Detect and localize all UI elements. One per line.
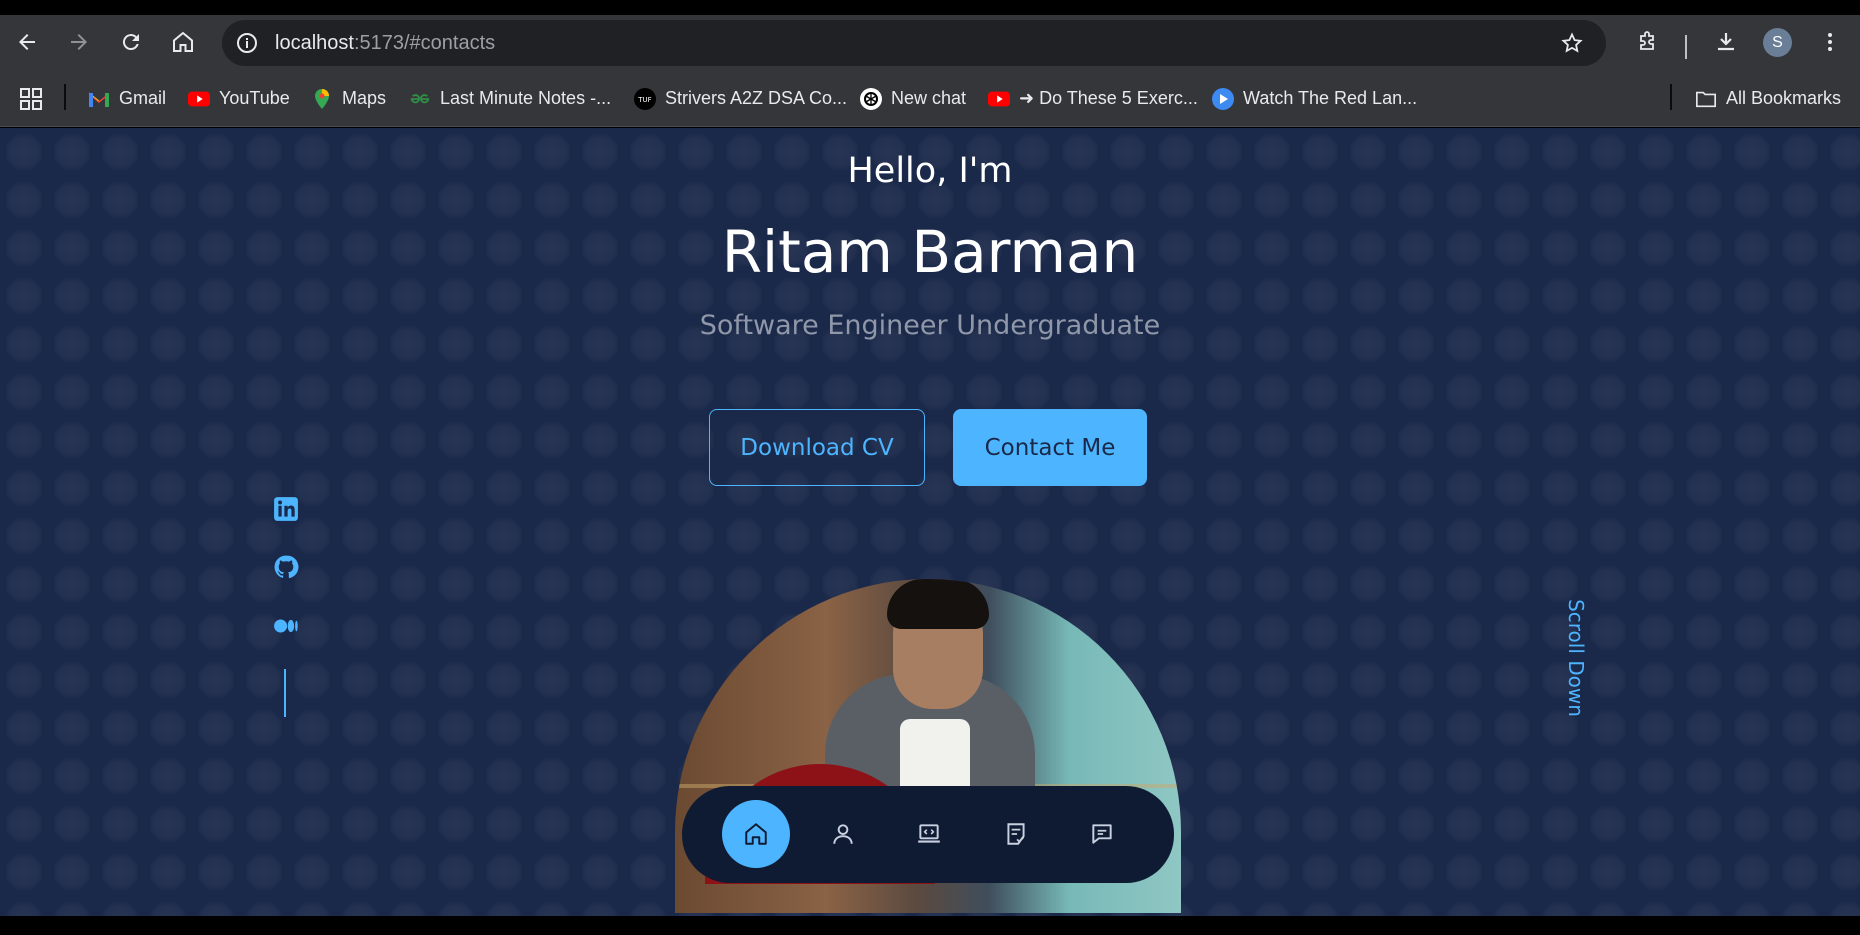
nav-projects[interactable]: [895, 800, 963, 868]
back-button[interactable]: [12, 27, 42, 57]
window-bottom-edge: [0, 916, 1860, 935]
reload-button[interactable]: [116, 27, 146, 57]
scroll-down-label: Scroll Down: [1564, 599, 1588, 717]
gmail-icon: [88, 88, 110, 110]
laptop-code-icon: [918, 824, 940, 843]
bookmark-new-chat[interactable]: New chat: [860, 70, 966, 127]
openai-icon: [860, 87, 882, 110]
nav-contact[interactable]: [1068, 800, 1136, 868]
folder-icon: [1695, 88, 1717, 110]
browser-toolbar: localhost:5173/#contacts S: [0, 15, 1860, 70]
toolbar-divider: [1685, 35, 1687, 59]
profile-avatar[interactable]: S: [1763, 28, 1792, 57]
gfg-icon: [409, 88, 431, 110]
scroll-down-link[interactable]: Scroll Down: [1556, 593, 1596, 723]
youtube-icon: [188, 88, 210, 110]
bookmarks-divider: [64, 84, 66, 110]
home-icon: [745, 823, 767, 845]
all-bookmarks-label: All Bookmarks: [1726, 88, 1842, 108]
medium-icon: [274, 619, 298, 633]
user-icon: [833, 824, 853, 844]
bookmark-label: Gmail: [119, 88, 167, 108]
apps-grid-icon: [20, 87, 42, 110]
kebab-menu-icon: [1828, 33, 1832, 51]
bookmark-strivers[interactable]: TUF Strivers A2Z DSA Co...: [634, 70, 847, 127]
home-outline-icon: [173, 31, 193, 52]
bookmark-label: Strivers A2Z DSA Co...: [665, 88, 848, 108]
reload-icon: [122, 34, 139, 51]
linkedin-link[interactable]: [272, 495, 300, 523]
download-icon: [1718, 33, 1734, 51]
social-divider-line: [284, 669, 286, 717]
downloads-button[interactable]: [1711, 27, 1741, 57]
greeting: Hello, I'm: [847, 151, 1013, 191]
bookmarks-bar: Gmail YouTube Maps Last Minute Notes -..…: [0, 70, 1860, 127]
portfolio-page: Hello, I'm Ritam Barman Software Enginee…: [0, 128, 1860, 916]
arrow-right-icon: [71, 34, 87, 50]
bookmark-label: Maps: [342, 88, 387, 108]
checklist-icon: [1007, 823, 1025, 845]
nav-experience[interactable]: [982, 800, 1050, 868]
menu-button[interactable]: [1815, 27, 1845, 57]
home-button[interactable]: [168, 27, 198, 57]
bookmark-label: YouTube: [219, 88, 290, 108]
svg-text:TUF: TUF: [637, 96, 651, 104]
github-icon: [274, 555, 299, 579]
window-top-edge: [0, 0, 1860, 15]
site-info-icon[interactable]: [235, 31, 259, 55]
forward-button[interactable]: [64, 27, 94, 57]
url-text[interactable]: localhost:5173/#contacts: [275, 20, 495, 66]
bookmark-label: ➜ Do These 5 Exerc...: [1019, 88, 1198, 108]
medium-link[interactable]: [272, 612, 300, 640]
bookmark-label: New chat: [891, 88, 967, 108]
hero-name: Ritam Barman: [721, 218, 1139, 286]
message-icon: [1092, 824, 1112, 844]
bookmark-youtube[interactable]: YouTube: [188, 70, 290, 127]
contact-me-button[interactable]: Contact Me: [953, 409, 1147, 486]
maps-icon: [311, 88, 333, 110]
bookmark-last-minute-notes[interactable]: Last Minute Notes -...: [409, 70, 611, 127]
arrow-left-icon: [19, 34, 35, 50]
extensions-button[interactable]: [1632, 27, 1662, 57]
nav-home[interactable]: [722, 800, 790, 868]
bookmark-exercises[interactable]: ➜ Do These 5 Exerc...: [988, 70, 1198, 127]
play-icon: [1212, 87, 1234, 110]
photo-hair: [887, 579, 989, 629]
all-bookmarks[interactable]: All Bookmarks: [1695, 70, 1841, 127]
bookmark-label: Last Minute Notes -...: [440, 88, 612, 108]
address-bar[interactable]: localhost:5173/#contacts: [222, 20, 1606, 66]
bookmark-maps[interactable]: Maps: [311, 70, 386, 127]
youtube-icon: [988, 88, 1010, 110]
tuf-icon: TUF: [634, 87, 656, 110]
bookmark-gmail[interactable]: Gmail: [88, 70, 166, 127]
linkedin-icon: [274, 497, 298, 521]
download-cv-button[interactable]: Download CV: [709, 409, 925, 486]
hero-role: Software Engineer Undergraduate: [699, 310, 1161, 341]
github-link[interactable]: [272, 553, 300, 581]
nav-about[interactable]: [809, 800, 877, 868]
puzzle-icon: [1640, 31, 1654, 50]
bookmark-star-icon[interactable]: [1560, 31, 1584, 55]
bookmark-red-lantern[interactable]: Watch The Red Lan...: [1212, 70, 1417, 127]
bottom-nav-dock: [682, 786, 1174, 883]
bookmark-label: Watch The Red Lan...: [1243, 88, 1418, 108]
apps-button[interactable]: [20, 70, 42, 127]
bookmarks-divider: [1670, 84, 1672, 110]
